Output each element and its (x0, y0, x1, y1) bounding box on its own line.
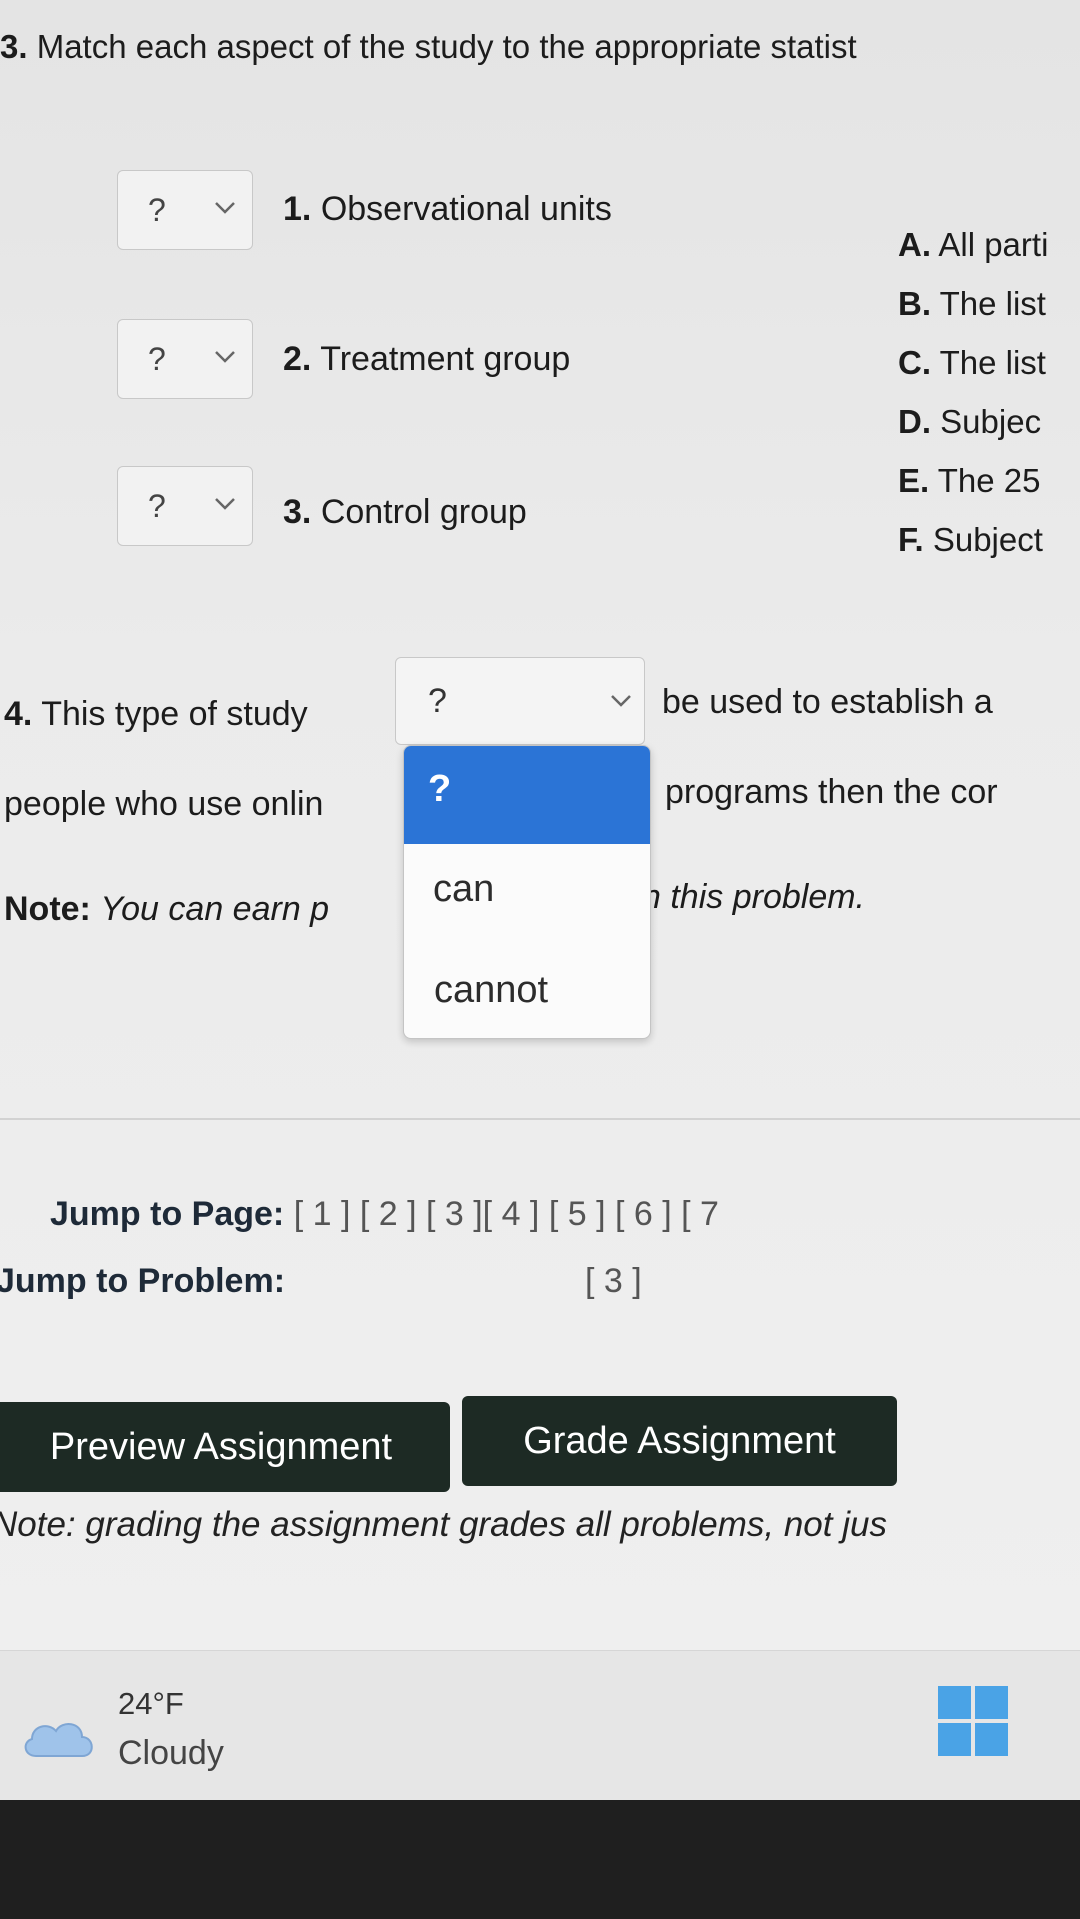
select-dropdown-menu: ? can cannot (403, 745, 651, 1039)
question-3-heading: 3. Match each aspect of the study to the… (0, 28, 857, 66)
question-text: Match each aspect of the study to the ap… (36, 28, 857, 65)
item-number: 3. (283, 493, 312, 531)
answer-option: C. The list (898, 344, 1046, 381)
question-text: This type of study (41, 695, 308, 733)
answer-option: A. All parti (898, 226, 1049, 263)
grade-assignment-button[interactable]: Grade Assignment (462, 1396, 897, 1486)
question-4-text: 4. This type of study (4, 695, 308, 734)
select-value: ? (428, 682, 447, 720)
jump-problem-label: Jump to Problem: (0, 1262, 286, 1300)
windows-logo-icon[interactable] (938, 1686, 1008, 1756)
match-select-3[interactable]: ? (117, 466, 253, 546)
answer-option: D. Subjec (898, 403, 1042, 440)
dropdown-option-can[interactable]: can (404, 844, 650, 939)
match-select-2[interactable]: ? (117, 319, 253, 399)
chevron-down-icon (215, 351, 235, 363)
select-value: ? (148, 487, 166, 524)
problem-note-right: n this problem. (642, 878, 865, 916)
item-number: 2. (283, 340, 312, 378)
dropdown-option-placeholder[interactable]: ? (404, 746, 650, 844)
item-label: Observational units (320, 190, 612, 228)
question-4-line2-right: programs then the cor (665, 773, 998, 811)
note-label: Note: (4, 890, 91, 928)
match-item-2: 2. Treatment group (283, 340, 570, 379)
chevron-down-icon (215, 498, 235, 510)
chevron-down-icon (611, 695, 631, 707)
weather-condition[interactable]: Cloudy (118, 1734, 224, 1773)
section-divider (0, 1118, 1080, 1120)
answer-option: B. The list (898, 285, 1046, 322)
problem-link[interactable]: [ 3 ] (585, 1262, 642, 1301)
question-4-line2-left: people who use onlin (4, 785, 324, 823)
cloud-icon[interactable] (18, 1712, 98, 1762)
answer-option: F. Subject (898, 521, 1043, 558)
item-label: Treatment group (320, 340, 571, 378)
dropdown-option-cannot[interactable]: cannot (404, 939, 650, 1034)
select-value: ? (148, 340, 166, 377)
chevron-down-icon (215, 202, 235, 214)
taskbar (0, 1650, 1080, 1801)
item-label: Control group (320, 493, 527, 531)
match-select-1[interactable]: ? (117, 170, 253, 250)
note-text: You can earn p (100, 890, 330, 928)
screen-bezel (0, 1800, 1080, 1919)
match-item-1: 1. Observational units (283, 190, 612, 229)
jump-to-page: Jump to Page: [ 1 ] [ 2 ] [ 3 ][ 4 ] [ 5… (50, 1195, 719, 1234)
page-links[interactable]: [ 1 ] [ 2 ] [ 3 ][ 4 ] [ 5 ] [ 6 ] [ 7 (294, 1195, 719, 1233)
weather-temperature[interactable]: 24°F (118, 1686, 184, 1722)
grading-note: Note: grading the assignment grades all … (0, 1505, 887, 1544)
study-can-cannot-select[interactable]: ? (395, 657, 645, 745)
answer-options-list: A. All parti B. The list C. The list D. … (898, 215, 1048, 569)
assignment-page: 3. Match each aspect of the study to the… (0, 0, 1080, 1650)
match-item-3: 3. Control group (283, 493, 527, 532)
item-number: 1. (283, 190, 312, 228)
question-number: 3. (0, 28, 28, 65)
question-number: 4. (4, 695, 33, 733)
jump-page-label: Jump to Page: (50, 1195, 285, 1233)
answer-option: E. The 25 (898, 462, 1041, 499)
question-4-text-after: be used to establish a (662, 683, 993, 721)
select-value: ? (148, 191, 166, 228)
problem-note: Note: You can earn p (4, 890, 329, 929)
preview-assignment-button[interactable]: Preview Assignment (0, 1402, 450, 1492)
